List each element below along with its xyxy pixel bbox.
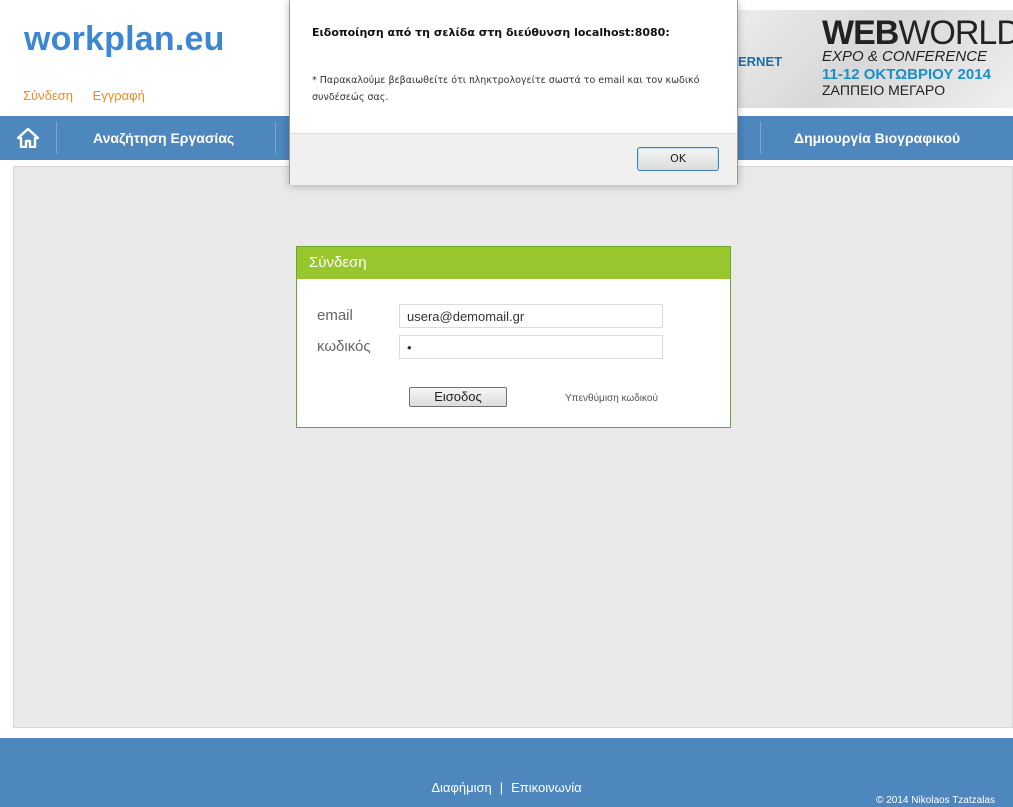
home-button[interactable] <box>0 116 56 160</box>
email-label: email <box>317 307 353 324</box>
login-panel: Σύνδεση email κωδικός Εισοδος Υπενθύμιση… <box>296 246 731 428</box>
nav-separator <box>760 122 761 154</box>
webworld-banner[interactable]: ERNET WEBWORLD EXPO & CONFERENCE 11-12 Ο… <box>738 10 1013 108</box>
banner-venue: ΖΑΠΠΕΙΟ ΜΕΓΑΡΟ <box>822 82 946 98</box>
home-icon <box>17 128 39 148</box>
site-logo[interactable]: workplan.eu <box>24 20 225 59</box>
login-link[interactable]: Σύνδεση <box>23 88 73 103</box>
dialog-title: Ειδοποίηση από τη σελίδα στη διεύθυνση l… <box>312 26 670 39</box>
footer-links: Διαφήμιση | Επικοινωνία <box>0 780 1013 795</box>
forgot-password-link[interactable]: Υπενθύμιση κωδικού <box>565 393 658 404</box>
banner-title: WEBWORLD <box>822 16 1013 50</box>
nav-item-create-cv[interactable]: Δημιουργία Βιογραφικού <box>794 116 960 160</box>
password-field[interactable] <box>399 335 663 359</box>
register-link[interactable]: Εγγραφή <box>93 88 145 103</box>
nav-separator <box>56 122 57 154</box>
advertising-link[interactable]: Διαφήμιση <box>431 780 491 795</box>
alert-dialog: Ειδοποίηση από τη σελίδα στη διεύθυνση l… <box>289 0 738 185</box>
login-submit-button[interactable]: Εισοδος <box>409 387 507 407</box>
banner-title-thin: WORLD <box>898 14 1013 52</box>
footer: Διαφήμιση | Επικοινωνία © 2014 Nikolaos Tz… <box>0 738 1013 807</box>
nav-separator <box>275 122 276 154</box>
dialog-message: * Παρακαλούμε βεβαιωθείτε ότι πληκτρολογ… <box>312 75 700 103</box>
banner-subtitle: EXPO & CONFERENCE <box>822 48 988 65</box>
dialog-footer: OK <box>290 133 737 185</box>
banner-title-bold: WEB <box>822 14 899 52</box>
contact-link[interactable]: Επικοινωνία <box>511 780 582 795</box>
banner-partial-text: ERNET <box>738 54 783 69</box>
nav-item-job-search[interactable]: Αναζήτηση Εργασίας <box>93 116 234 160</box>
footer-separator: | <box>499 780 504 795</box>
login-title: Σύνδεση <box>297 247 730 279</box>
copyright-text: © 2014 Nikolaos Tzatzalas <box>876 795 995 806</box>
dialog-ok-button[interactable]: OK <box>637 147 719 171</box>
email-field[interactable] <box>399 304 663 328</box>
auth-links: Σύνδεση Εγγραφή <box>23 88 161 103</box>
password-label: κωδικός <box>317 338 371 355</box>
banner-date: 11-12 ΟΚΤΩΒΡΙΟΥ 2014 <box>822 66 991 83</box>
